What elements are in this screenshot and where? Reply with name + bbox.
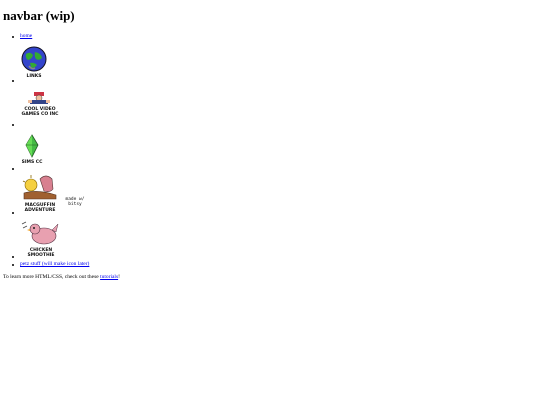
chicken-smoothie-nav-link[interactable]: CHICKEN SMOOTHIE xyxy=(20,220,62,258)
nav-item-links: LINKS xyxy=(12,46,72,82)
home-link[interactable]: home xyxy=(20,33,32,39)
footer-text: To learn more HTML/CSS, check out these … xyxy=(3,274,120,280)
nav-item-macguffin: MACGUFFIN ADVENTURE made w/ bitsy xyxy=(12,173,102,215)
tutorials-link[interactable]: tutorials xyxy=(100,274,118,280)
sims-cc-caption: SIMS CC xyxy=(21,160,43,165)
nav-item-chicken-smoothie: CHICKEN SMOOTHIE xyxy=(12,220,82,260)
nav-item-petz: petz stuff (will make icon later) xyxy=(12,261,152,269)
macguffin-caption: MACGUFFIN ADVENTURE xyxy=(24,203,56,213)
cool-video-games-caption: COOL VIDEO GAMES CO INC xyxy=(21,107,59,117)
chicken-smoothie-caption: CHICKEN SMOOTHIE xyxy=(27,248,55,258)
sims-cc-nav-link[interactable]: SIMS CC xyxy=(20,134,44,168)
made-with-bitsy-link[interactable]: made w/ bitsy xyxy=(65,197,85,215)
footer-suffix: ! xyxy=(118,274,120,280)
globe-icon xyxy=(21,46,47,72)
plumbob-icon xyxy=(25,134,39,158)
list-bullet xyxy=(12,212,14,214)
page-title: navbar (wip) xyxy=(3,8,75,23)
nav-item-cool-video-games: COOL VIDEO GAMES CO INC xyxy=(12,91,72,127)
video-game-character-icon xyxy=(28,92,50,104)
footer-prefix: To learn more HTML/CSS, check out these xyxy=(3,274,101,280)
list-bullet xyxy=(12,124,14,126)
made-with-bitsy-caption: made w/ bitsy xyxy=(65,197,85,207)
links-caption: LINKS xyxy=(26,74,42,79)
chicken-pet-icon xyxy=(21,221,59,245)
nav-item-home: home xyxy=(12,33,112,41)
macguffin-nav-link[interactable]: MACGUFFIN ADVENTURE xyxy=(20,173,60,213)
petz-stuff-link[interactable]: petz stuff (will make icon later) xyxy=(20,261,89,267)
macguffin-adventure-icon xyxy=(22,175,57,200)
list-bullet xyxy=(12,168,14,170)
list-bullet xyxy=(12,264,14,266)
nav-item-sims-cc: SIMS CC xyxy=(12,134,72,174)
list-bullet xyxy=(12,256,14,258)
cool-video-games-nav-link[interactable]: COOL VIDEO GAMES CO INC xyxy=(20,91,60,127)
list-bullet xyxy=(12,80,14,82)
links-nav-link[interactable]: LINKS xyxy=(20,46,48,80)
list-bullet xyxy=(12,36,14,38)
